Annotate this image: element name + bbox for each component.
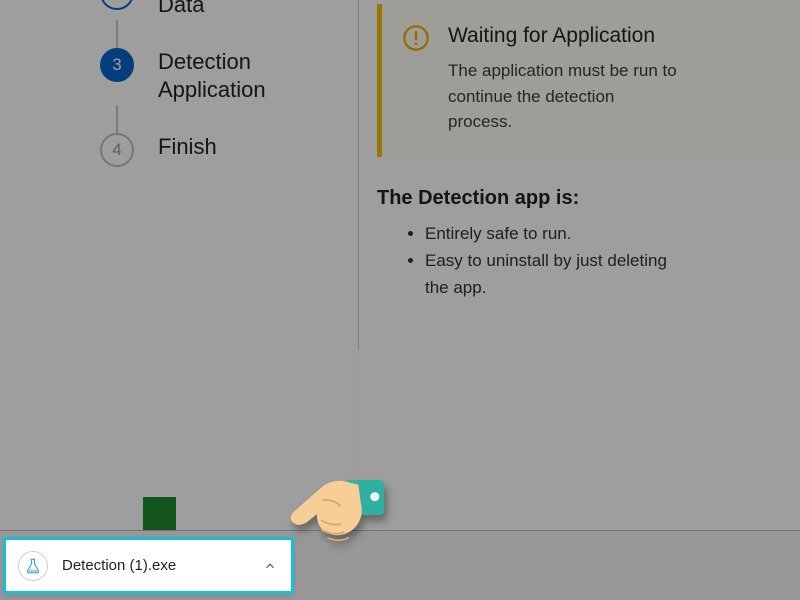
flask-icon: [18, 551, 48, 581]
step-connector: [116, 20, 118, 48]
step-connector: [116, 105, 118, 133]
step-2-circle: [100, 0, 134, 10]
info-heading: The Detection app is:: [377, 187, 800, 210]
main-panel: Waiting for Application The application …: [359, 0, 800, 600]
notice-body: The application must be run to continue …: [448, 58, 678, 135]
step-2-label-partial: Data: [158, 0, 204, 20]
step-4-circle: 4: [100, 133, 134, 167]
waiting-notice: Waiting for Application The application …: [377, 4, 800, 157]
warning-icon: [402, 24, 430, 52]
step-4-label: Finish: [158, 133, 217, 162]
info-bullet-list: Entirely safe to run. Easy to uninstall …: [377, 220, 800, 302]
chevron-up-icon[interactable]: [259, 555, 281, 577]
download-arrow-icon: [108, 0, 126, 2]
step-3-label: Detection Application: [158, 48, 328, 105]
info-bullet: Easy to uninstall by just deleting the a…: [425, 247, 685, 301]
step-3-circle: 3: [100, 48, 134, 82]
decorative-green-square: [143, 497, 176, 530]
download-chip[interactable]: Detection (1).exe: [3, 537, 294, 594]
download-filename: Detection (1).exe: [62, 557, 259, 574]
pointing-hand-icon: [285, 460, 395, 570]
notice-title: Waiting for Application: [448, 22, 678, 50]
info-bullet: Entirely safe to run.: [425, 220, 685, 247]
